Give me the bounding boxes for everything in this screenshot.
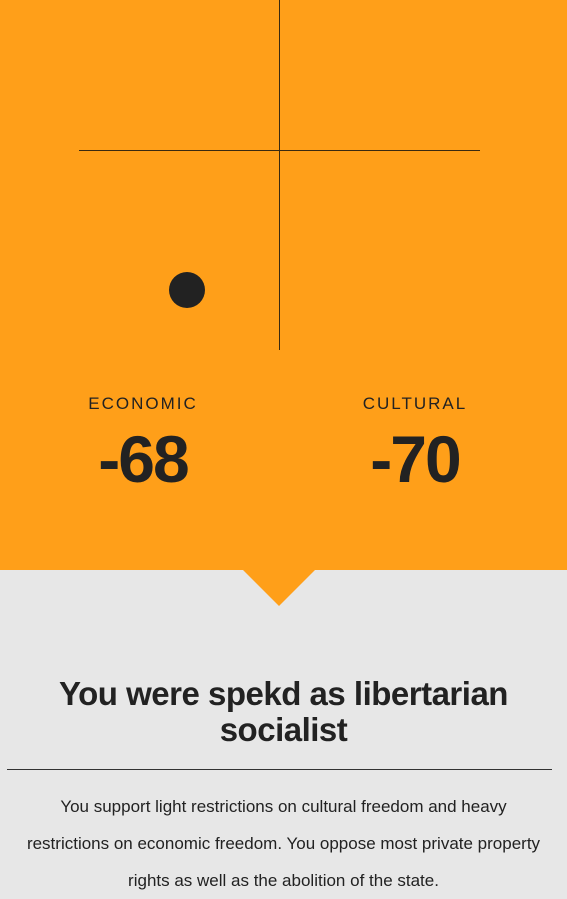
cultural-score: CULTURAL -70 [315, 394, 515, 492]
economic-score: ECONOMIC -68 [43, 394, 243, 492]
section-pointer [243, 570, 315, 606]
cultural-axis [279, 0, 280, 350]
cultural-label: CULTURAL [362, 394, 468, 413]
economic-label: ECONOMIC [88, 394, 198, 413]
position-dot-icon [168, 272, 205, 308]
result-title: You were spekd as libertarian socialist [59, 675, 508, 748]
divider [7, 769, 552, 770]
result-header: ECONOMIC -68 CULTURAL -70 [0, 0, 567, 570]
cultural-value: -70 [370, 422, 461, 496]
economic-value: -68 [98, 422, 189, 496]
result-description: You support light restrictions on cultur… [26, 797, 541, 890]
political-compass [79, 0, 480, 350]
